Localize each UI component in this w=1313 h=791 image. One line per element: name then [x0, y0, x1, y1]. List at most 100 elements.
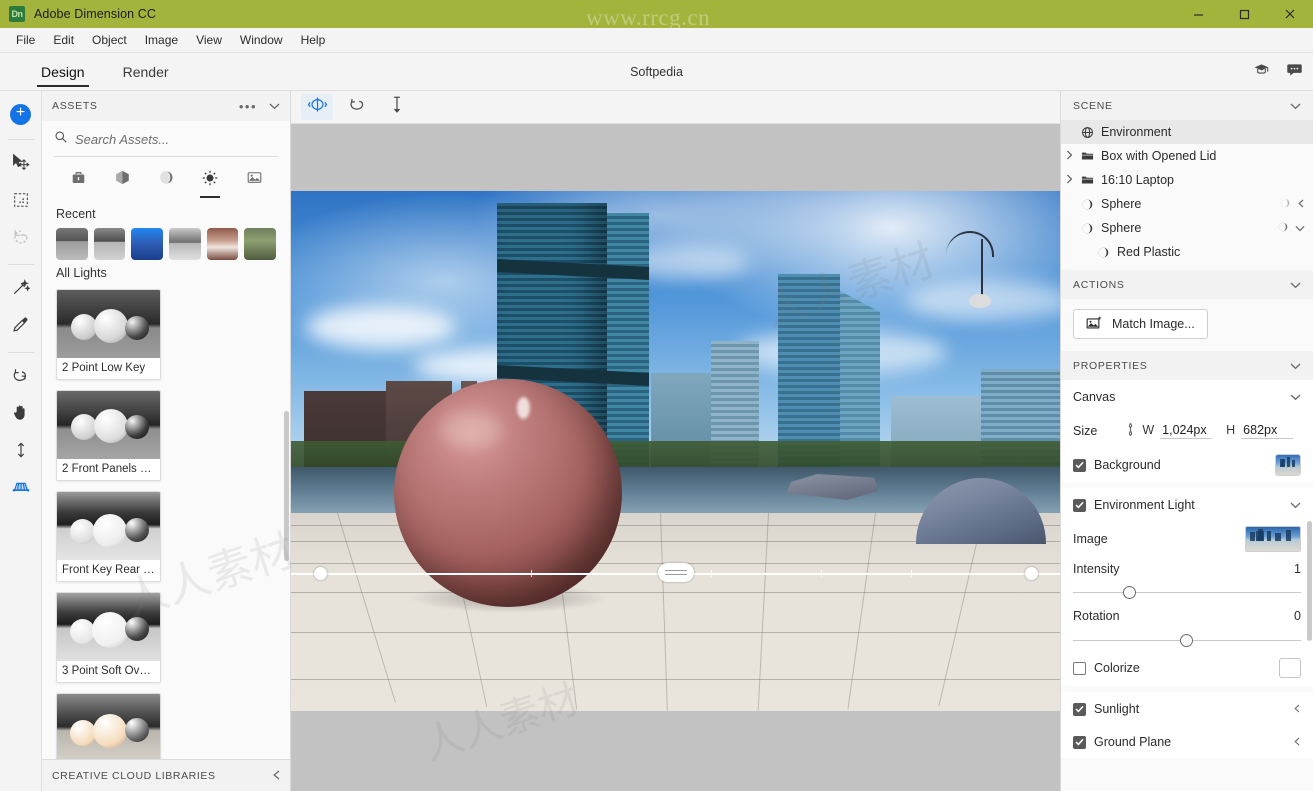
scene-item-sphere-2[interactable]: Sphere: [1061, 216, 1313, 240]
rendered-scene[interactable]: [291, 191, 1060, 711]
environments-tab[interactable]: [237, 163, 271, 197]
assets-overflow-menu-icon[interactable]: •••: [239, 99, 257, 114]
height-value[interactable]: 682px: [1241, 423, 1293, 439]
actions-collapse-chevron-down-icon[interactable]: [1290, 276, 1301, 294]
recent-light-thumb-3[interactable]: [131, 228, 163, 260]
scene-item-red-plastic-material[interactable]: Red Plastic: [1061, 240, 1313, 264]
background-row[interactable]: Background: [1073, 448, 1301, 482]
background-image-thumbnail[interactable]: [1275, 454, 1301, 476]
menu-view[interactable]: View: [187, 31, 231, 49]
scene-item-environment[interactable]: Environment: [1061, 120, 1313, 144]
environment-panorama-thumbnail[interactable]: [1245, 526, 1301, 552]
minimize-button[interactable]: [1175, 0, 1221, 28]
light-card[interactable]: 3 Point Soft Overh..: [56, 592, 161, 683]
horizon-tool[interactable]: [4, 472, 38, 506]
models-tab[interactable]: [105, 163, 139, 197]
scene-item-box-with-opened-lid[interactable]: Box with Opened Lid: [1061, 144, 1313, 168]
material-icon[interactable]: [1277, 221, 1289, 236]
canvas-area[interactable]: M 人人素材: [291, 124, 1060, 791]
light-card[interactable]: 2 Front Panels So...: [56, 390, 161, 481]
intensity-slider[interactable]: [1073, 582, 1301, 602]
starter-assets-tab[interactable]: [61, 163, 95, 197]
colorize-color-swatch[interactable]: [1279, 658, 1301, 678]
canvas-height-field[interactable]: H 682px: [1226, 423, 1293, 439]
assets-collapse-chevron-down-icon[interactable]: [269, 97, 280, 115]
maximize-button[interactable]: [1221, 0, 1267, 28]
menu-help[interactable]: Help: [292, 31, 335, 49]
orbit-gizmo-tool[interactable]: [341, 94, 373, 120]
recent-light-thumb-2[interactable]: [94, 228, 126, 260]
collapse-arrow-icon[interactable]: [1297, 197, 1305, 211]
recent-light-thumb-6[interactable]: [244, 228, 276, 260]
match-image-button[interactable]: Match Image...: [1073, 309, 1208, 339]
materials-tab[interactable]: [149, 163, 183, 197]
properties-scrollbar[interactable]: [1307, 521, 1312, 641]
horizon-gizmo-slider[interactable]: [658, 563, 694, 582]
rotation-slider[interactable]: [1073, 630, 1301, 650]
environment-light-checkbox[interactable]: [1073, 499, 1086, 512]
orbit-tool[interactable]: [4, 361, 38, 395]
expand-caret-icon[interactable]: [1295, 221, 1305, 235]
tab-render[interactable]: Render: [119, 53, 173, 91]
menu-file[interactable]: File: [7, 31, 44, 49]
environment-image-row[interactable]: Image: [1073, 522, 1301, 556]
assets-search-row[interactable]: [54, 123, 278, 157]
horizon-handle-left[interactable]: [314, 567, 327, 580]
properties-collapse-chevron-down-icon[interactable]: [1290, 357, 1301, 375]
close-button[interactable]: [1267, 0, 1313, 28]
scene-collapse-chevron-down-icon[interactable]: [1290, 97, 1301, 115]
horizon-handle-right[interactable]: [1025, 567, 1038, 580]
environment-light-row[interactable]: Environment Light: [1073, 488, 1301, 522]
material-icon[interactable]: [1279, 197, 1291, 212]
ground-plane-collapse-arrow-icon[interactable]: [1293, 735, 1301, 749]
sampler-tool[interactable]: [4, 310, 38, 344]
ground-plane-checkbox[interactable]: [1073, 736, 1086, 749]
expand-left-arrow-icon[interactable]: [272, 767, 281, 785]
height-gizmo-tool[interactable]: [381, 94, 413, 120]
width-value[interactable]: 1,024px: [1160, 423, 1212, 439]
recent-light-thumb-4[interactable]: [169, 228, 201, 260]
colorize-checkbox[interactable]: [1073, 662, 1086, 675]
scene-item-laptop[interactable]: 16:10 Laptop: [1061, 168, 1313, 192]
link-chain-icon[interactable]: [1125, 422, 1136, 440]
background-checkbox[interactable]: [1073, 459, 1086, 472]
scene-item-sphere-1[interactable]: Sphere: [1061, 192, 1313, 216]
creative-cloud-libraries-bar[interactable]: CREATIVE CLOUD LIBRARIES: [42, 759, 291, 791]
horizon-gizmo-tool[interactable]: [301, 94, 333, 120]
menu-object[interactable]: Object: [83, 31, 136, 49]
viewport[interactable]: M 人人素材: [291, 91, 1060, 791]
feedback-icon[interactable]: [1286, 61, 1303, 83]
light-card[interactable]: 2 Point Low Key: [56, 289, 161, 380]
expand-chevron-right-icon[interactable]: [1061, 150, 1077, 162]
search-input[interactable]: [75, 132, 278, 147]
canvas-width-field[interactable]: W 1,024px: [1142, 423, 1212, 439]
canvas-selector-chevron-down-icon[interactable]: [1290, 390, 1301, 404]
sunlight-row[interactable]: Sunlight: [1073, 692, 1301, 726]
menu-edit[interactable]: Edit: [44, 31, 83, 49]
environment-light-chevron-down-icon[interactable]: [1290, 498, 1301, 512]
assets-scrollbar[interactable]: [284, 411, 289, 561]
menu-image[interactable]: Image: [136, 31, 187, 49]
recent-light-thumb-5[interactable]: [207, 228, 239, 260]
tab-design[interactable]: Design: [37, 53, 89, 91]
intensity-slider-knob[interactable]: [1123, 586, 1136, 599]
pan-tool[interactable]: [4, 398, 38, 432]
rotation-slider-knob[interactable]: [1180, 634, 1193, 647]
marquee-select-tool[interactable]: [4, 185, 38, 219]
canvas-object-selector[interactable]: Canvas: [1073, 380, 1301, 414]
lights-tab[interactable]: [193, 163, 227, 197]
light-card[interactable]: Front Key Rear Pa...: [56, 491, 161, 582]
colorize-row[interactable]: Colorize: [1073, 650, 1301, 686]
menu-window[interactable]: Window: [231, 31, 292, 49]
learn-icon[interactable]: [1253, 61, 1270, 83]
sunlight-checkbox[interactable]: [1073, 703, 1086, 716]
dolly-tool[interactable]: [4, 435, 38, 469]
rotate-tool[interactable]: [4, 222, 38, 256]
magic-wand-tool[interactable]: [4, 273, 38, 307]
recent-light-thumb-1[interactable]: [56, 228, 88, 260]
add-content-button[interactable]: +: [4, 97, 38, 131]
ground-plane-row[interactable]: Ground Plane: [1073, 726, 1301, 758]
select-move-tool[interactable]: [4, 148, 38, 182]
sunlight-collapse-arrow-icon[interactable]: [1293, 702, 1301, 716]
expand-chevron-right-icon[interactable]: [1061, 174, 1077, 186]
